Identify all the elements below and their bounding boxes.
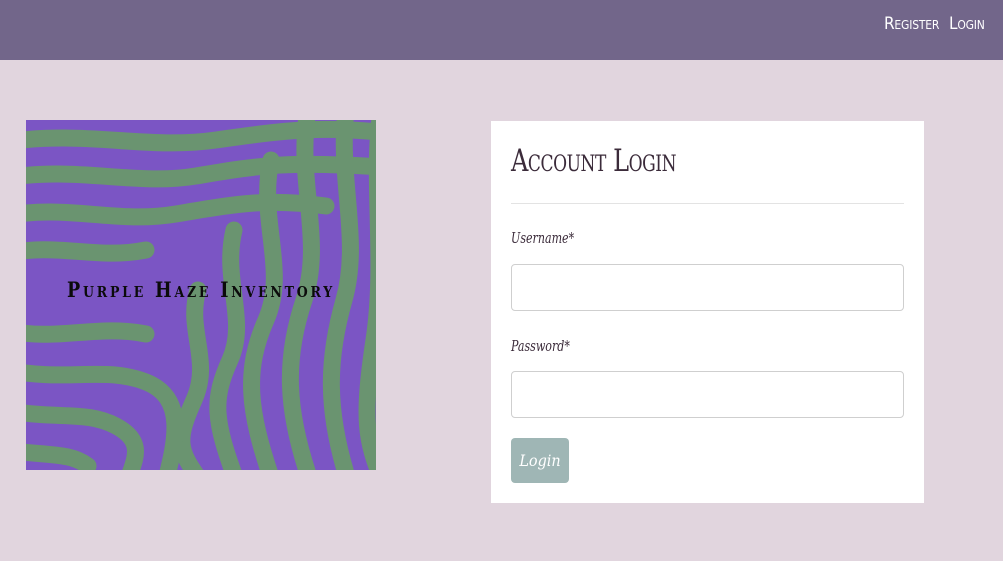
brand-logo: Purple Haze Inventory (26, 120, 376, 470)
username-input[interactable] (511, 264, 904, 311)
navbar: Register Login (0, 0, 1003, 60)
title-divider (511, 203, 904, 204)
login-button[interactable]: Login (511, 438, 569, 483)
login-card: Account Login Username* Password* Login (491, 121, 924, 503)
nav-register-link[interactable]: Register (884, 14, 939, 34)
password-label: Password* (511, 337, 570, 355)
nav-login-link[interactable]: Login (949, 14, 985, 34)
logo-text: Purple Haze Inventory (66, 277, 335, 302)
page-title: Account Login (511, 143, 677, 179)
username-label: Username* (511, 229, 575, 247)
password-input[interactable] (511, 371, 904, 418)
